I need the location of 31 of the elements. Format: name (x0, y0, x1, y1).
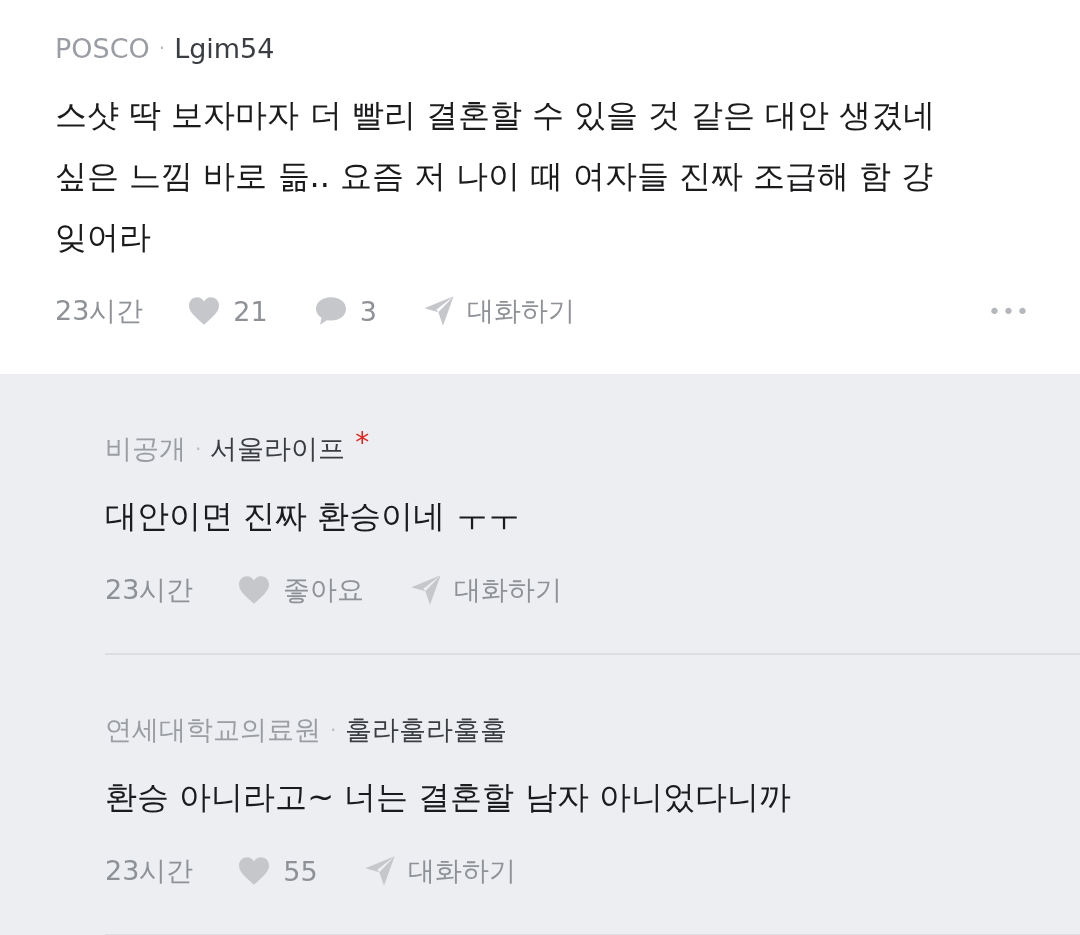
timestamp: 23시간 (105, 573, 194, 607)
chat-button[interactable]: 대화하기 (363, 853, 516, 889)
company-name: POSCO (55, 32, 150, 64)
chat-button[interactable]: 대화하기 (410, 572, 563, 608)
author-name: 훌라훌라훌훌 (345, 713, 508, 747)
separator-dot: · (158, 36, 166, 60)
chat-button[interactable]: 대화하기 (422, 293, 575, 329)
reply-count-button[interactable]: 3 (313, 295, 377, 327)
heart-icon (237, 575, 272, 605)
paper-plane-icon (422, 295, 455, 327)
author-name: 서울라이프 (210, 432, 346, 466)
timestamp: 23시간 (55, 294, 144, 328)
separator-dot: · (195, 437, 202, 461)
more-button[interactable]: ••• (988, 298, 1030, 324)
comment-text: 스샷 딱 보자마자 더 빨리 결혼할 수 있을 것 같은 대안 생겼네 싶은 느낌 바로 듦.. 요즘 저 나이 때 여자들 진짜 조급해 함 걍 잊어라 (55, 95, 936, 258)
heart-icon (187, 296, 222, 326)
separator-dot: · (330, 718, 337, 742)
heart-icon (237, 856, 272, 886)
reply-text: 대안이면 진짜 환승이네 ㅜㅜ (105, 496, 521, 537)
like-button[interactable]: 좋아요 (237, 572, 365, 608)
paper-plane-icon (363, 855, 396, 887)
timestamp: 23시간 (105, 854, 194, 888)
reply-text: 환승 아니라고~ 너는 결혼할 남자 아니었다니까 (105, 777, 792, 818)
like-button[interactable]: 21 (187, 295, 268, 327)
company-name: 비공개 (105, 432, 186, 466)
speech-bubble-icon (313, 296, 348, 326)
like-button[interactable]: 55 (237, 855, 318, 887)
author-name: Lgim54 (174, 32, 275, 64)
paper-plane-icon (410, 574, 443, 606)
company-name: 연세대학교의료원 (105, 713, 321, 747)
author-marker: * (355, 426, 370, 459)
